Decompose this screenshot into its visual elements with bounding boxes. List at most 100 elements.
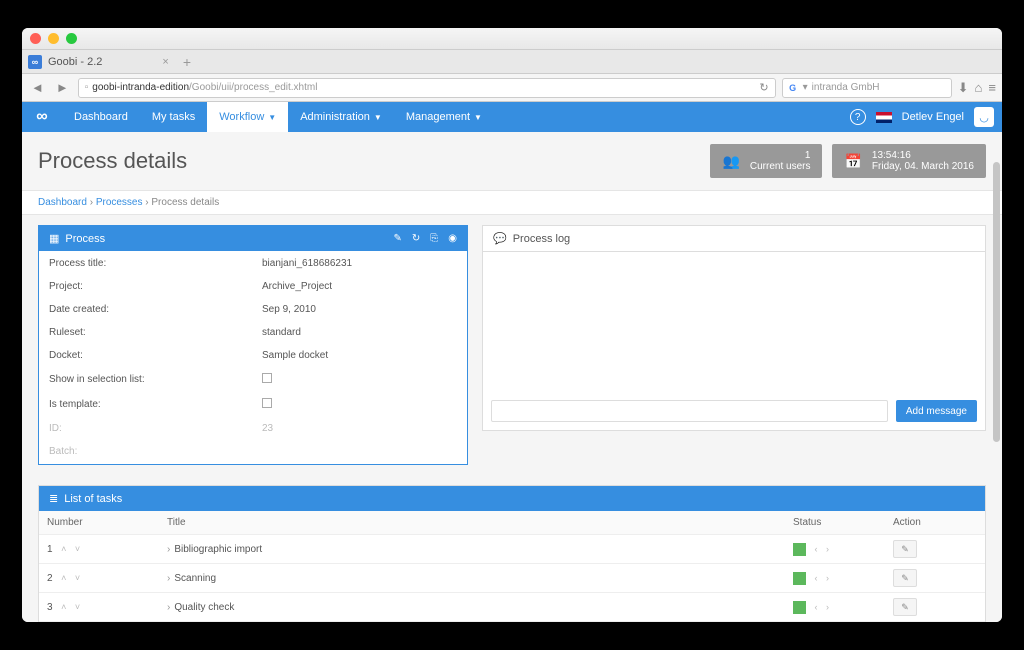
tasks-panel-title: List of tasks	[64, 493, 122, 505]
property-value: standard	[254, 322, 465, 343]
download-icon[interactable]: ⬇	[958, 80, 969, 96]
task-title-cell[interactable]: ›Scanning	[159, 564, 785, 593]
copy-icon[interactable]: ⎘	[430, 233, 438, 244]
chevron-down-icon: ▼	[474, 113, 482, 122]
breadcrumb-current: Process details	[151, 197, 219, 208]
nav-administration[interactable]: Administration ▼	[288, 102, 394, 132]
search-input[interactable]: G ▾ intranda GmbH	[782, 78, 952, 98]
task-action-cell: ✎	[885, 622, 985, 623]
grid-icon: ▦	[49, 232, 59, 245]
chevron-right-icon: ›	[167, 602, 170, 613]
sort-up-icon[interactable]: ˄	[59, 544, 69, 554]
menu-icon[interactable]: ≡	[988, 80, 996, 95]
status-next-icon[interactable]: ›	[826, 602, 829, 612]
property-label: Project:	[41, 276, 252, 297]
globe-icon[interactable]: ◉	[448, 233, 457, 244]
property-value: Archive_Project	[254, 276, 465, 297]
favicon-icon: ∞	[28, 55, 42, 69]
current-users-box[interactable]: 👥 1 Current users	[710, 144, 822, 178]
url-input[interactable]: ▫ goobi-intranda-edition/Goobi/uii/proce…	[78, 78, 776, 98]
close-tab-icon[interactable]: ×	[162, 56, 168, 68]
url-host: goobi-intranda-edition	[92, 82, 189, 93]
property-label: Is template:	[41, 393, 252, 416]
checkbox[interactable]	[262, 398, 272, 408]
status-indicator	[793, 543, 806, 556]
col-title: Title	[159, 511, 785, 535]
maximize-window-icon[interactable]	[66, 33, 77, 44]
datetime-box: 📅 13:54:16 Friday, 04. March 2016	[832, 144, 986, 178]
process-panel-header: ▦ Process ✎ ↻ ⎘ ◉	[39, 226, 467, 251]
task-status-cell: ‹ ›	[785, 622, 885, 623]
breadcrumb-processes[interactable]: Processes	[96, 197, 143, 208]
property-label: Show in selection list:	[41, 368, 252, 391]
nav-right: ? Detlev Engel ◡	[850, 107, 1002, 127]
new-tab-icon[interactable]: +	[183, 54, 191, 70]
status-prev-icon[interactable]: ‹	[812, 602, 820, 612]
task-title-cell[interactable]: ›Quality check	[159, 593, 785, 622]
logo-icon[interactable]: ∞	[22, 108, 62, 126]
help-icon[interactable]: ?	[850, 109, 866, 125]
table-row: ID:23	[41, 418, 465, 439]
back-icon[interactable]: ◄	[28, 80, 47, 95]
browser-tabs: ∞ Goobi - 2.2 × +	[22, 50, 1002, 74]
nav-management[interactable]: Management ▼	[394, 102, 494, 132]
forward-icon[interactable]: ►	[53, 80, 72, 95]
log-panel-header: 💬 Process log	[483, 226, 985, 252]
table-row: Project:Archive_Project	[41, 276, 465, 297]
reload-icon[interactable]: ↻	[759, 81, 768, 94]
nav-my-tasks[interactable]: My tasks	[140, 102, 207, 132]
close-window-icon[interactable]	[30, 33, 41, 44]
log-input-row: Add message	[483, 392, 985, 430]
log-message-input[interactable]	[491, 400, 888, 422]
status-prev-icon[interactable]: ‹	[812, 544, 820, 554]
status-indicator	[793, 572, 806, 585]
breadcrumb-dashboard[interactable]: Dashboard	[38, 197, 87, 208]
sort-down-icon[interactable]: ˅	[75, 573, 80, 583]
breadcrumb: Dashboard › Processes › Process details	[22, 190, 1002, 215]
sort-up-icon[interactable]: ˄	[59, 602, 69, 612]
nav-dashboard[interactable]: Dashboard	[62, 102, 140, 132]
property-label: ID:	[41, 418, 252, 439]
language-flag-icon[interactable]	[876, 112, 892, 123]
users-icon: 👥	[722, 153, 739, 170]
task-title-cell[interactable]: ›Create working images and write tiff he…	[159, 622, 785, 623]
log-panel-title: Process log	[513, 233, 570, 245]
chevron-down-icon: ▼	[268, 113, 276, 122]
checkbox[interactable]	[262, 373, 272, 383]
google-icon: G	[787, 82, 799, 94]
user-name[interactable]: Detlev Engel	[902, 111, 964, 123]
process-properties-table: Process title:bianjani_618686231Project:…	[39, 251, 467, 464]
log-body	[483, 252, 985, 392]
property-value: bianjani_618686231	[254, 253, 465, 274]
property-value: Sample docket	[254, 345, 465, 366]
tasks-panel: ≣ List of tasks Number Title Status Acti…	[38, 485, 986, 622]
edit-task-button[interactable]: ✎	[893, 569, 917, 587]
refresh-icon[interactable]: ↻	[412, 233, 420, 244]
sort-down-icon[interactable]: ˅	[75, 544, 80, 554]
chevron-right-icon: ›	[167, 544, 170, 555]
scrollbar[interactable]	[993, 162, 1000, 442]
sort-down-icon[interactable]: ˅	[75, 602, 80, 612]
sort-up-icon[interactable]: ˄	[59, 573, 69, 583]
tab-title[interactable]: Goobi - 2.2	[48, 56, 102, 68]
edit-task-button[interactable]: ✎	[893, 540, 917, 558]
user-avatar-icon[interactable]: ◡	[974, 107, 994, 127]
status-next-icon[interactable]: ›	[826, 573, 829, 583]
edit-icon[interactable]: ✎	[393, 233, 401, 244]
chevron-right-icon: ›	[167, 573, 170, 584]
home-icon[interactable]: ⌂	[975, 80, 983, 95]
col-action: Action	[885, 511, 985, 535]
task-title-cell[interactable]: ›Bibliographic import	[159, 535, 785, 564]
minimize-window-icon[interactable]	[48, 33, 59, 44]
table-row: Process title:bianjani_618686231	[41, 253, 465, 274]
task-number-cell: 1 ˄ ˅	[39, 535, 159, 564]
table-row: Docket:Sample docket	[41, 345, 465, 366]
task-status-cell: ‹ ›	[785, 564, 885, 593]
main-columns: ▦ Process ✎ ↻ ⎘ ◉ Process title:bianjani…	[22, 215, 1002, 485]
header-date: Friday, 04. March 2016	[872, 161, 974, 172]
status-next-icon[interactable]: ›	[826, 544, 829, 554]
add-message-button[interactable]: Add message	[896, 400, 977, 422]
edit-task-button[interactable]: ✎	[893, 598, 917, 616]
nav-workflow[interactable]: Workflow ▼	[207, 102, 288, 132]
status-prev-icon[interactable]: ‹	[812, 573, 820, 583]
